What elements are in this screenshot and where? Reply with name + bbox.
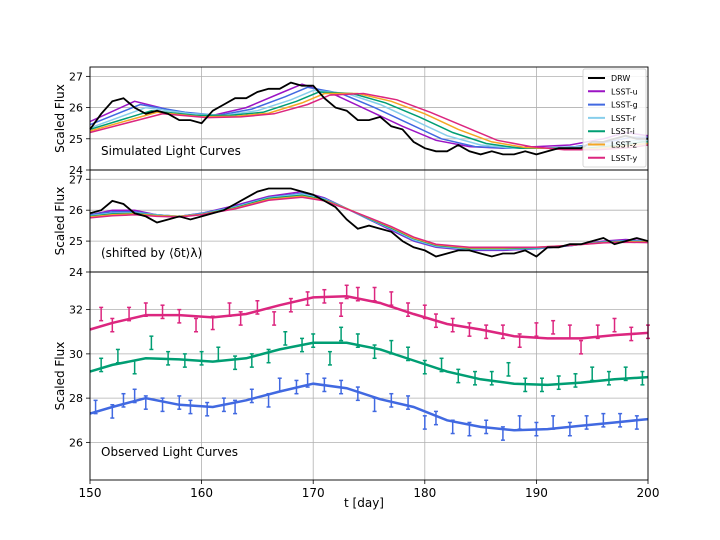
error-bar-point [551,415,556,430]
error-bar-point [506,361,511,377]
legend: DRW LSST-u LSST-g LSST-r LSST-i LSST-z LSST-y [582,68,647,168]
legend-entry: LSST-i [611,127,635,136]
error-bar-point [422,415,427,430]
y-axis-label: Scaled Flux [53,187,67,256]
error-bar-point [618,412,623,428]
error-bar-point [272,311,277,326]
error-bar-point [500,324,505,340]
legend-entry: LSST-z [611,141,637,150]
error-bar-point [467,322,472,337]
series-line-lsst-y [89,196,649,249]
error-bar-point [534,322,539,337]
series-line-lsst-z [89,195,649,249]
y-tick-label: 32 [69,304,83,317]
error-bar-point [456,368,461,384]
error-bar-point [132,359,137,375]
y-tick-label: 27 [69,173,83,186]
x-tick-label: 190 [525,486,548,500]
model-line-lsst-g [89,382,649,432]
error-bar-point [634,415,639,430]
series-line-lsst-y [89,92,649,151]
error-bar-point [517,415,522,430]
error-bar-point [584,415,589,430]
error-bar-point [389,291,394,306]
legend-entry: LSST-r [611,114,637,123]
y-axis-label: Scaled Flux [53,342,67,411]
error-bar-point [205,401,210,417]
error-bar-point [489,370,494,386]
error-bar-point [115,348,120,364]
error-bar-point [283,330,288,346]
series-line-lsst-i [89,194,649,250]
error-bar-point [339,326,344,342]
y-tick-label: 30 [69,348,83,361]
panel-annotation: Observed Light Curves [101,445,238,459]
error-bar-point [149,335,154,351]
error-bar-point [567,324,572,340]
x-tick-label: 160 [190,486,213,500]
error-bar-point [551,319,556,335]
y-tick-label: 26 [69,436,83,449]
chart-panels: 24252627Scaled Flux Simulated Light Curve… [53,66,650,481]
panel-simulated: 24252627Scaled Flux Simulated Light Curve… [53,66,649,177]
y-tick-label: 25 [69,133,83,146]
legend-entry: DRW [611,74,630,83]
error-bar-point [188,399,193,415]
error-bar-point [573,373,578,388]
x-tick-label: 170 [302,486,325,500]
x-tick-label: 150 [79,486,102,500]
x-tick-label: 180 [413,486,436,500]
error-bar-point [311,333,316,348]
panel-annotation: Simulated Light Curves [101,144,241,158]
panel-observed: 26 28 30 32 Scaled Flux Observed Light Curves [53,271,650,481]
panel-shifted: 24 25 26 27Scaled Flux (shifted by ⟨δt⟩λ) [53,169,649,279]
legend-entry: LSST-y [611,154,638,163]
x-tick-label: 200 [637,486,660,500]
light-curve-figure: 24252627Scaled Flux Simulated Light Curve… [53,66,660,510]
error-bar-point [249,388,254,404]
model-line-lsst-y [89,295,649,340]
error-bar-point [277,377,282,393]
error-bar-point [194,317,199,333]
y-tick-label: 24 [69,266,83,279]
y-axis-label: Scaled Flux [53,84,67,153]
error-bar-point [606,370,611,386]
series-line-lsst-u [89,190,649,252]
error-bar-point [567,421,572,437]
error-bar-point [372,286,377,302]
panel-annotation: (shifted by ⟨δt⟩λ) [101,246,202,260]
y-tick-label: 28 [69,392,83,405]
y-tick-label: 26 [69,102,83,115]
error-bar-point [160,304,165,320]
error-bar-point [110,317,115,333]
model-line-lsst-i [89,341,649,387]
error-bar-point [590,366,595,382]
series-line-lsst-z [89,92,649,150]
x-axis-label: t [day] [344,496,384,510]
error-bar-point [579,339,584,355]
y-tick-label: 27 [69,70,83,83]
error-bar-point [372,397,377,413]
y-tick-label: 25 [69,235,83,248]
legend-entry: LSST-u [611,87,638,96]
error-bar-point [612,317,617,333]
error-bar-point [556,375,561,391]
legend-entry: LSST-g [611,101,638,110]
y-tick-label: 26 [69,204,83,217]
error-bar-point [433,410,438,426]
